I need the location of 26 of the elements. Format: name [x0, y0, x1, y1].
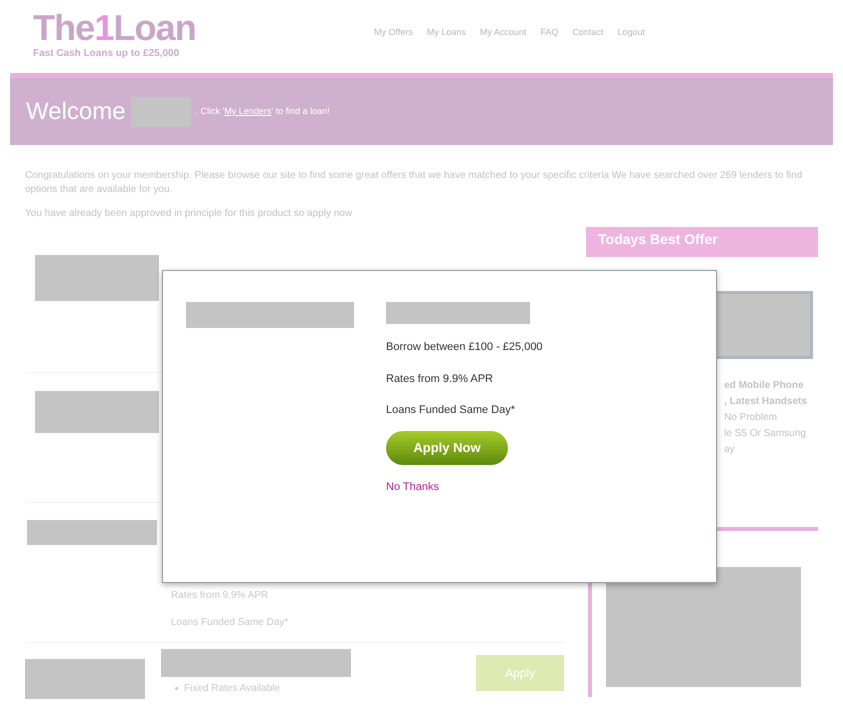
offer-description: No Problem: [724, 411, 777, 425]
logo[interactable]: The1Loan: [33, 8, 333, 48]
bullet-icon: [175, 687, 178, 690]
tagline: Fast Cash Loans up to £25,000: [33, 48, 180, 60]
loan-detail: Loans Funded Same Day*: [386, 403, 516, 418]
apply-now-button[interactable]: Apply Now: [386, 430, 508, 464]
no-thanks-link[interactable]: No Thanks: [386, 478, 543, 495]
offer-description: ed Mobile Phone: [724, 379, 804, 393]
nav-link[interactable]: Contact: [572, 26, 604, 40]
offer-description: ay: [724, 443, 735, 457]
nav-link[interactable]: My Offers: [374, 26, 413, 40]
apply-button[interactable]: Apply: [476, 655, 564, 691]
banner-text: . Click 'My Lenders' to find a loan!: [196, 104, 330, 118]
nav-link[interactable]: My Account: [480, 26, 526, 40]
intro-text: You have already been approved in principle for this product so apply now: [25, 207, 354, 221]
loan-detail: Rates from 9.9% APR: [386, 372, 494, 386]
welcome-heading: Welcome: [26, 96, 126, 126]
nav-link[interactable]: My Loans: [426, 26, 466, 40]
my-lenders-link[interactable]: My Lenders: [224, 106, 272, 116]
nav-link[interactable]: Logout: [617, 26, 645, 40]
loan-detail: Borrow between £100 - £25,000: [386, 340, 543, 355]
offer-description: le S5 Or Samsung: [724, 427, 806, 441]
best-offer-title: Todays Best Offer: [598, 230, 718, 249]
offer-description: , Latest Handsets: [724, 395, 807, 409]
nav-link[interactable]: FAQ: [540, 26, 558, 40]
intro-text: Congratulations on your membership. Please browse our site to find some great offers that we have matched to your specific criteria We have searched over 269 lenders to find options that are available for you.: [25, 169, 804, 197]
